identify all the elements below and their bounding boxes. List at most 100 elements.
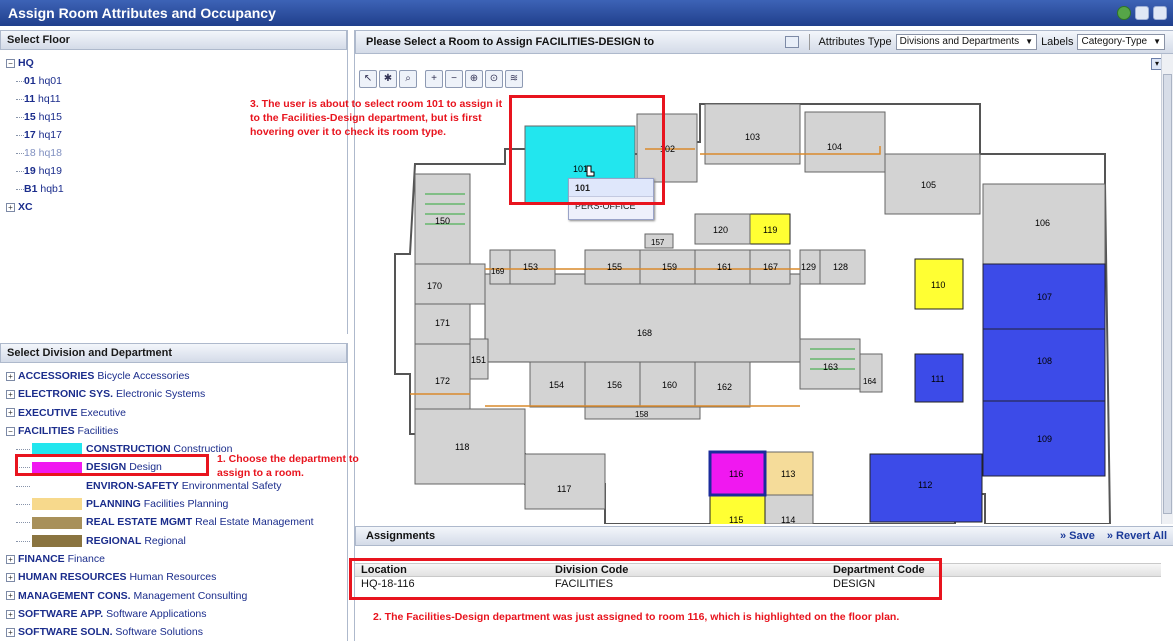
scrollbar-thumb[interactable] — [1163, 74, 1172, 514]
floor-code: 18 — [24, 147, 36, 159]
expand-icon[interactable]: + — [6, 627, 15, 637]
division-name: Software Applications — [106, 607, 207, 620]
division-item[interactable]: + MANAGEMENT CONS. Management Consulting — [6, 587, 347, 605]
room-label: 128 — [833, 262, 848, 272]
room-label: 105 — [921, 180, 936, 190]
division-name: Bicycle Accessories — [97, 370, 190, 382]
division-item[interactable]: + ACCESSORIES Bicycle Accessories — [6, 367, 347, 385]
room-label: 164 — [863, 377, 877, 386]
annotation-box-assignments — [349, 558, 942, 600]
room-label: 110 — [931, 280, 945, 290]
select-value: Category-Type — [1081, 36, 1148, 47]
division-item[interactable]: + EXECUTIVE Executive — [6, 404, 347, 422]
tree-node-xc[interactable]: + XC — [6, 198, 347, 216]
division-item[interactable]: + FINANCE Finance — [6, 550, 347, 568]
tree-node-hq[interactable]: − HQ — [6, 54, 347, 72]
zoom-selected-icon[interactable]: ⊙ — [485, 70, 503, 88]
department-item[interactable]: REAL ESTATE MGMT Real Estate Management — [6, 513, 347, 531]
division-code: ACCESSORIES — [18, 370, 95, 382]
print-icon[interactable] — [1135, 6, 1149, 20]
zoom-out-icon[interactable]: − — [445, 70, 463, 88]
floor-item[interactable]: 01 hq01 — [6, 72, 347, 90]
vertical-scrollbar[interactable] — [1161, 54, 1173, 524]
expand-icon[interactable]: + — [6, 202, 15, 212]
room-label: 163 — [823, 362, 838, 372]
department-code: PLANNING — [86, 498, 141, 511]
map-panel-title: Please Select a Room to Assign FACILITIE… — [366, 36, 655, 48]
multi-select-tool-icon[interactable]: ✱ — [379, 70, 397, 88]
floor-name: hqb1 — [40, 183, 64, 195]
expand-icon[interactable]: + — [6, 591, 15, 601]
color-swatch — [32, 534, 82, 547]
floor-name: hq15 — [38, 111, 62, 123]
room-label: 171 — [435, 318, 450, 328]
department-name: Environmental Safety — [181, 479, 282, 492]
room-104 — [804, 111, 886, 173]
expand-icon[interactable]: + — [6, 390, 15, 400]
annotation-text: 3. The user is about to select room 101 … — [250, 98, 503, 110]
room-label: 114 — [781, 515, 795, 524]
room-label: 118 — [455, 442, 469, 452]
labels-select[interactable]: Category-Type ▼ — [1077, 34, 1165, 50]
save-button[interactable]: » Save — [1060, 530, 1095, 542]
floor-code: 11 — [24, 93, 36, 105]
zoom-in-icon[interactable]: + — [425, 70, 443, 88]
zoom-window-icon[interactable]: ⌕ — [399, 70, 417, 88]
floor-name: hq18 — [38, 147, 62, 159]
room-label: 109 — [1037, 434, 1052, 444]
floor-code: B1 — [24, 183, 38, 195]
floor-panel-title: Select Floor — [0, 30, 347, 50]
room-label: 158 — [635, 410, 649, 419]
expand-icon[interactable]: + — [6, 408, 15, 418]
expand-icon[interactable]: + — [6, 371, 15, 381]
expand-icon[interactable]: + — [6, 572, 15, 582]
layers-icon[interactable]: ≋ — [505, 70, 523, 88]
floor-item-selected[interactable]: 18 hq18 — [6, 144, 347, 162]
add-icon[interactable] — [1117, 6, 1131, 20]
collapse-icon[interactable]: − — [6, 426, 15, 436]
division-code: ELECTRONIC SYS. — [18, 388, 114, 401]
color-swatch — [32, 498, 82, 511]
annotation-box-room-101 — [509, 95, 665, 205]
email-icon[interactable] — [1153, 6, 1167, 20]
division-item[interactable]: + SOFTWARE SOLN. Software Solutions — [6, 623, 347, 641]
zoom-extents-icon[interactable]: ⊕ — [465, 70, 483, 88]
attributes-type-select[interactable]: Divisions and Departments ▼ — [895, 34, 1038, 50]
room-label: 103 — [745, 132, 760, 142]
assignments-header: Assignments » Save » Revert All — [355, 526, 1173, 546]
floor-item[interactable]: B1 hqb1 — [6, 180, 347, 198]
select-value: Divisions and Departments — [899, 36, 1020, 47]
division-item[interactable]: + ELECTRONIC SYS. Electronic Systems — [6, 385, 347, 403]
annotation-text: hovering over it to check its room type. — [250, 126, 447, 138]
department-panel: Select Division and Department + ACCESSOR… — [0, 343, 348, 641]
floor-name: hq01 — [38, 75, 62, 87]
grid-icon[interactable] — [785, 36, 800, 48]
department-item[interactable]: PLANNING Facilities Planning — [6, 495, 347, 513]
chevron-down-icon: ▼ — [1153, 37, 1161, 46]
division-name: Software Solutions — [115, 626, 203, 639]
room-label: 160 — [662, 380, 677, 390]
app-window: Assign Room Attributes and Occupancy Sel… — [0, 0, 1173, 641]
floor-panel: Select Floor − HQ 01 hq01 11 hq11 15 hq15… — [0, 30, 348, 334]
assignments-title: Assignments — [366, 530, 436, 542]
attributes-type-label: Attributes Type — [818, 36, 892, 48]
expand-icon[interactable]: + — [6, 554, 15, 564]
division-name: Human Resources — [129, 571, 217, 584]
division-item[interactable]: + SOFTWARE APP. Software Applications — [6, 605, 347, 623]
floor-item[interactable]: 19 hq19 — [6, 162, 347, 180]
room-label: 170 — [427, 281, 442, 291]
department-name: Facilities Planning — [143, 498, 229, 511]
select-tool-icon[interactable]: ↖ — [359, 70, 377, 88]
map-panel-header: Please Select a Room to Assign FACILITIE… — [355, 30, 1173, 54]
division-name: Executive — [80, 406, 126, 419]
room-label: 104 — [827, 142, 842, 152]
room-label: 120 — [713, 225, 728, 235]
revert-all-button[interactable]: » Revert All — [1107, 530, 1167, 542]
division-item-facilities[interactable]: − FACILITIES Facilities — [6, 422, 347, 440]
expand-icon[interactable]: + — [6, 609, 15, 619]
collapse-icon[interactable]: − — [6, 58, 15, 68]
floor-name: hq11 — [38, 93, 61, 105]
division-item[interactable]: + HUMAN RESOURCES Human Resources — [6, 568, 347, 586]
department-item[interactable]: REGIONAL Regional — [6, 532, 347, 550]
room-168 — [484, 273, 801, 363]
